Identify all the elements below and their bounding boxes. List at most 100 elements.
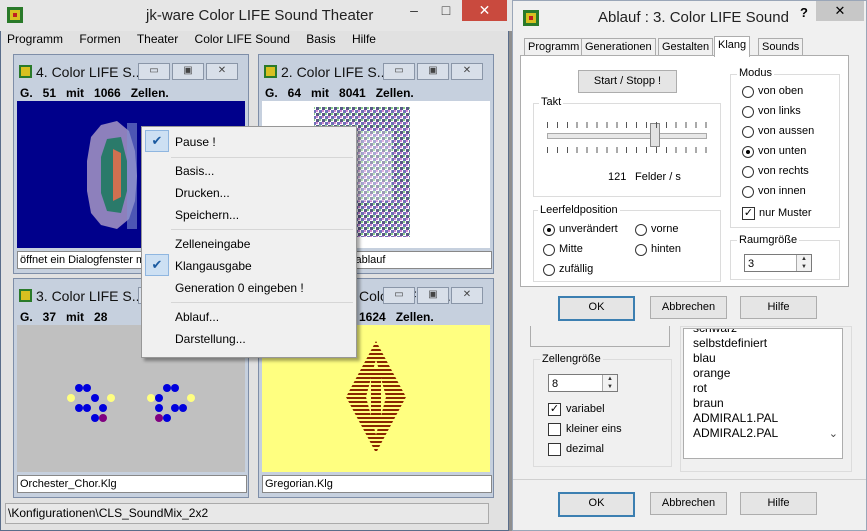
chevron-down-icon[interactable]: ⌄ — [820, 427, 838, 442]
child-status-text: Gregorian.Klg — [262, 475, 492, 493]
radio-unveraendert[interactable] — [543, 224, 555, 236]
maximize-button[interactable]: □ — [431, 0, 461, 21]
zellengroesse-spinner[interactable]: 8 ▲ ▼ — [548, 374, 618, 392]
radio-vorne[interactable] — [635, 224, 647, 236]
dezimal-checkbox[interactable] — [548, 443, 561, 456]
takt-label: Takt — [539, 96, 564, 108]
menu-color-life-sound[interactable]: Color LIFE Sound — [195, 32, 290, 46]
kleiner-eins-checkbox[interactable] — [548, 423, 561, 436]
generation-stats: G. 51 mit 1066 Zellen. — [20, 86, 169, 100]
dialog-close-button[interactable]: ✕ — [816, 1, 864, 21]
help-dialog-button[interactable]: Hilfe — [740, 296, 817, 319]
cancel-button-lower[interactable]: Abbrechen — [650, 492, 727, 515]
start-stop-button[interactable]: Start / Stopp ! — [578, 70, 677, 93]
app-icon[interactable] — [7, 7, 23, 23]
menu-item-klangausgabe[interactable]: Klangausgabe — [175, 259, 252, 273]
radio-label-von-innen: von innen — [758, 185, 806, 197]
radio-label-unveraendert: unverändert — [559, 223, 618, 235]
child-app-icon[interactable] — [19, 65, 32, 78]
list-item[interactable]: schwarz — [684, 329, 842, 336]
radio-von-links[interactable] — [742, 106, 754, 118]
check-icon: ✔ — [145, 130, 169, 152]
child-close-button[interactable]: ✕ — [451, 63, 483, 80]
radio-label-von-aussen: von aussen — [758, 125, 815, 137]
list-item[interactable]: orange — [684, 366, 842, 381]
menu-item-generation-0[interactable]: Generation 0 eingeben ! — [175, 281, 304, 295]
tab-programm[interactable]: Programm — [524, 38, 584, 56]
child-window-controls: ▭▣✕ — [381, 286, 485, 304]
menu-item-ablauf[interactable]: Ablauf... — [175, 310, 219, 324]
generation-stats: G. 64 mit 8041 Zellen. — [265, 86, 414, 100]
spinner-arrows-icon[interactable]: ▲ ▼ — [602, 375, 617, 391]
child-app-icon[interactable] — [264, 65, 277, 78]
menu-basis[interactable]: Basis — [306, 32, 335, 46]
menu-item-pause[interactable]: Pause ! — [175, 135, 216, 149]
takt-ticks-top — [547, 122, 707, 128]
list-item[interactable]: rot — [684, 381, 842, 396]
child-minimize-button[interactable]: ▭ — [138, 63, 170, 80]
ok-button-lower[interactable]: OK — [558, 492, 635, 517]
zellengroesse-label: Zellengröße — [540, 353, 603, 365]
tab-generationen[interactable]: Generationen — [581, 38, 656, 56]
list-item[interactable]: selbstdefiniert — [684, 336, 842, 351]
menu-hilfe[interactable]: Hilfe — [352, 32, 376, 46]
child-maximize-button[interactable]: ▣ — [417, 63, 449, 80]
child-minimize-button[interactable]: ▭ — [383, 63, 415, 80]
list-item[interactable]: ADMIRAL2.PAL — [684, 426, 842, 441]
palette-listbox[interactable]: schwarz selbstdefiniert blau orange rot … — [683, 328, 843, 459]
klang-panel: Start / Stopp ! Takt 121 Felder / s Leer… — [520, 55, 849, 287]
dezimal-label: dezimal — [566, 443, 604, 455]
nur-muster-checkbox[interactable]: ✓ — [742, 207, 755, 220]
spinner-arrows-icon[interactable]: ▲ ▼ — [796, 255, 811, 271]
list-item[interactable]: ADMIRAL1.PAL — [684, 411, 842, 426]
kleiner-eins-label: kleiner eins — [566, 423, 622, 435]
radio-label-zufaellig: zufällig — [559, 263, 594, 275]
child-minimize-button[interactable]: ▭ — [383, 287, 415, 304]
generation-stats: G. 37 mit 28 — [20, 310, 108, 324]
list-item[interactable]: blau — [684, 351, 842, 366]
child-title: 3. Color LIFE S... — [36, 288, 144, 304]
tab-sounds[interactable]: Sounds — [758, 38, 804, 56]
menu-theater[interactable]: Theater — [137, 32, 178, 46]
minimize-button[interactable]: – — [399, 0, 429, 21]
menu-item-basis[interactable]: Basis... — [175, 164, 214, 178]
menu-item-speichern[interactable]: Speichern... — [175, 208, 239, 222]
menu-formen[interactable]: Formen — [79, 32, 120, 46]
tab-klang[interactable]: Klang — [714, 36, 751, 57]
radio-von-innen[interactable] — [742, 186, 754, 198]
radio-von-rechts[interactable] — [742, 166, 754, 178]
cancel-button[interactable]: Abbrechen — [650, 296, 727, 319]
child-close-button[interactable]: ✕ — [451, 287, 483, 304]
child-maximize-button[interactable]: ▣ — [172, 63, 204, 80]
radio-von-oben[interactable] — [742, 86, 754, 98]
child-maximize-button[interactable]: ▣ — [417, 287, 449, 304]
child-close-button[interactable]: ✕ — [206, 63, 238, 80]
dialog-app-icon[interactable] — [523, 10, 539, 26]
takt-slider-track[interactable] — [547, 133, 707, 139]
radio-von-unten[interactable] — [742, 146, 754, 158]
menu-item-zelleneingabe[interactable]: Zelleneingabe — [175, 237, 250, 251]
menu-programm[interactable]: Programm — [7, 32, 63, 46]
radio-zufaellig[interactable] — [543, 264, 555, 276]
child-title: 2. Color LIFE S... — [281, 64, 389, 80]
radio-label-von-oben: von oben — [758, 85, 804, 97]
menu-item-darstellung[interactable]: Darstellung... — [175, 332, 246, 346]
zellengroesse-value: 8 — [552, 378, 559, 390]
help-button[interactable]: ? — [800, 5, 808, 20]
child-app-icon[interactable] — [19, 289, 32, 302]
close-button[interactable]: ✕ — [462, 0, 507, 21]
dialog-divider — [513, 479, 866, 480]
radio-mitte[interactable] — [543, 244, 555, 256]
radio-label-von-rechts: von rechts — [758, 165, 809, 177]
ok-button[interactable]: OK — [558, 296, 635, 321]
variabel-checkbox[interactable]: ✓ — [548, 403, 561, 416]
radio-von-aussen[interactable] — [742, 126, 754, 138]
tab-gestalten[interactable]: Gestalten — [658, 38, 714, 56]
radio-label-von-unten: von unten — [758, 145, 807, 157]
menu-item-drucken[interactable]: Drucken... — [175, 186, 230, 200]
list-item[interactable]: braun — [684, 396, 842, 411]
radio-hinten[interactable] — [635, 244, 647, 256]
help-button-lower[interactable]: Hilfe — [740, 492, 817, 515]
raumgroesse-spinner[interactable]: 3 ▲ ▼ — [744, 254, 812, 272]
child-window-controls: ▭▣✕ — [136, 62, 240, 80]
